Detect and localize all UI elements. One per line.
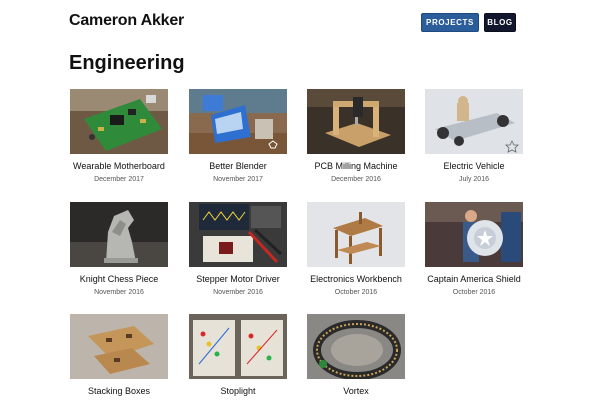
project-title[interactable]: Better Blender: [179, 161, 297, 171]
project-date: November 2016: [213, 289, 263, 296]
project-date: October 2016: [452, 289, 496, 296]
coil-ring-photo-icon[interactable]: [307, 314, 405, 379]
project-card-electric-vehicle[interactable]: Electric Vehicle July 2016: [425, 89, 543, 195]
project-title[interactable]: Stoplight: [179, 386, 297, 396]
project-date: December 2017: [94, 176, 144, 183]
project-title[interactable]: Electric Vehicle: [415, 161, 533, 171]
project-card-vortex[interactable]: Vortex: [307, 314, 425, 400]
person-with-shield-photo-icon[interactable]: [425, 202, 523, 267]
breadboards-leds-photo-icon[interactable]: [189, 314, 287, 379]
project-card-pcb-milling-machine[interactable]: PCB Milling Machine December 2016: [307, 89, 425, 195]
project-card-better-blender[interactable]: Better Blender November 2017: [189, 89, 307, 195]
project-card-stoplight[interactable]: Stoplight: [189, 314, 307, 400]
project-title[interactable]: Electronics Workbench: [297, 274, 415, 284]
project-card-captain-america-shield[interactable]: Captain America Shield October 2016: [425, 202, 543, 308]
project-card-wearable-motherboard[interactable]: Wearable Motherboard December 2017: [70, 89, 188, 195]
project-date: November 2016: [94, 289, 144, 296]
blue-blender-photo-icon[interactable]: [189, 89, 287, 154]
project-date: December 2016: [331, 176, 381, 183]
workbench-cad-render-icon[interactable]: [307, 202, 405, 267]
project-date: October 2016: [334, 289, 378, 296]
project-card-stacking-boxes[interactable]: Stacking Boxes: [70, 314, 188, 400]
project-title[interactable]: Wearable Motherboard: [60, 161, 178, 171]
wooden-boxes-photo-icon[interactable]: [70, 314, 168, 379]
project-title[interactable]: Stacking Boxes: [60, 386, 178, 396]
project-title[interactable]: Knight Chess Piece: [60, 274, 178, 284]
project-date: July 2016: [459, 176, 489, 183]
project-title[interactable]: PCB Milling Machine: [297, 161, 415, 171]
green-circuit-board-photo-icon[interactable]: [70, 89, 168, 154]
project-card-knight-chess-piece[interactable]: Knight Chess Piece November 2016: [70, 202, 188, 308]
milling-machine-photo-icon[interactable]: [307, 89, 405, 154]
project-card-electronics-workbench[interactable]: Electronics Workbench October 2016: [307, 202, 425, 308]
vehicle-cad-render-icon[interactable]: [425, 89, 523, 154]
project-title[interactable]: Captain America Shield: [415, 274, 533, 284]
project-title[interactable]: Vortex: [297, 386, 415, 396]
oscilloscope-breadboard-photo-icon[interactable]: [189, 202, 287, 267]
project-card-stepper-motor-driver[interactable]: Stepper Motor Driver November 2016: [189, 202, 307, 308]
metal-chess-knight-photo-icon[interactable]: [70, 202, 168, 267]
project-date: November 2017: [213, 176, 263, 183]
projects-grid: Wearable Motherboard December 2017 Bette…: [0, 0, 600, 400]
project-title[interactable]: Stepper Motor Driver: [179, 274, 297, 284]
